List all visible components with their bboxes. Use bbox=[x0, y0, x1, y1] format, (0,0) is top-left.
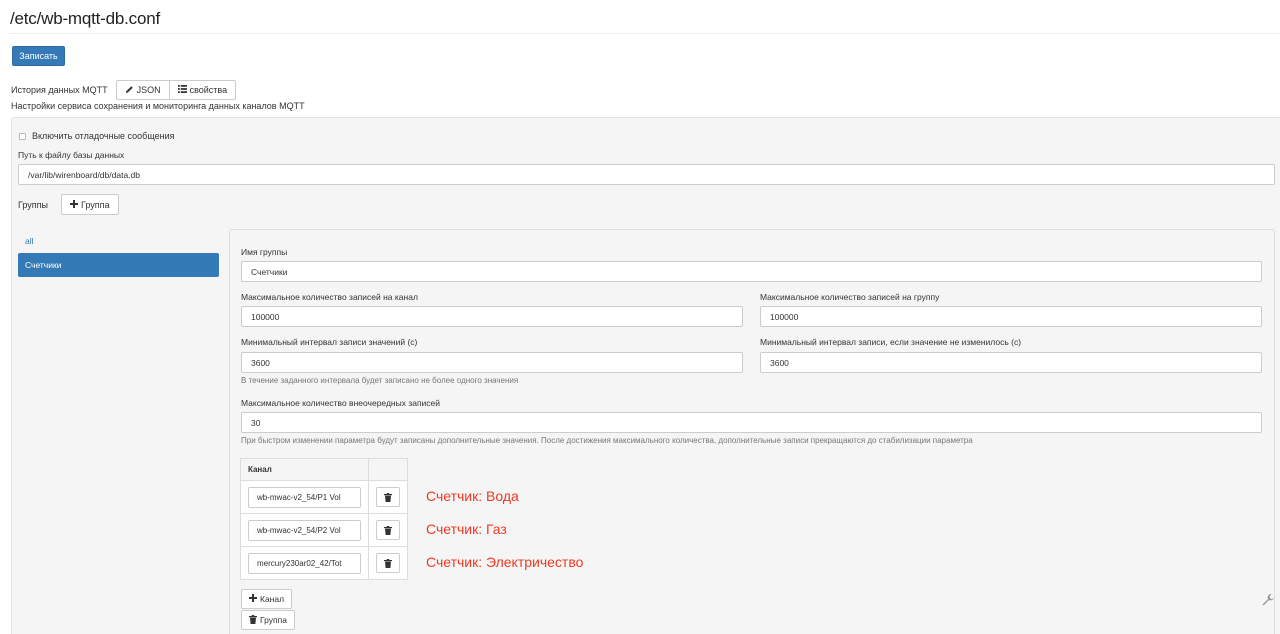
title-divider bbox=[10, 33, 1280, 34]
max-records-group-input[interactable]: 100000 bbox=[760, 306, 1262, 327]
group-item-all[interactable]: all bbox=[18, 229, 219, 253]
trash-icon bbox=[384, 525, 392, 535]
trash-icon bbox=[384, 558, 392, 568]
wrench-icon[interactable] bbox=[1261, 593, 1275, 612]
debug-label: Включить отладочные сообщения bbox=[32, 131, 175, 141]
max-burst-label: Максимальное количество внеочередных зап… bbox=[241, 398, 441, 408]
max-records-channel-label: Максимальное количество записей на канал bbox=[241, 292, 418, 302]
trash-icon bbox=[384, 492, 392, 502]
channels-header-actions bbox=[368, 458, 408, 481]
group-name-label: Имя группы bbox=[241, 247, 288, 257]
editor-title: История данных MQTT bbox=[11, 85, 108, 95]
annotation-gas: Счетчик: Газ bbox=[426, 521, 507, 537]
add-group-label: Группа bbox=[81, 199, 110, 210]
max-records-channel-input[interactable]: 100000 bbox=[241, 306, 743, 327]
list-icon bbox=[177, 85, 187, 95]
properties-button[interactable]: свойства bbox=[169, 80, 237, 100]
add-channel-button[interactable]: Канал bbox=[241, 589, 293, 609]
max-burst-input[interactable]: 30 bbox=[241, 412, 1262, 433]
editor-header: История данных MQTT JSON свойства bbox=[11, 80, 237, 100]
add-channel-label: Канал bbox=[260, 594, 285, 604]
group-list: all Счетчики bbox=[18, 229, 219, 277]
debug-option: Включить отладочные сообщения bbox=[19, 131, 175, 141]
channel-input[interactable]: mercury230ar02_42/Tot bbox=[248, 552, 361, 574]
plus-icon bbox=[70, 199, 78, 210]
json-button-label: JSON bbox=[136, 85, 161, 95]
annotation-water: Счетчик: Вода bbox=[426, 488, 519, 504]
min-unchanged-interval-label: Минимальный интервал записи, если значен… bbox=[760, 337, 1022, 347]
max-records-group-label: Максимальное количество записей на групп… bbox=[760, 292, 940, 302]
annotation-electricity: Счетчик: Электричество bbox=[426, 554, 584, 570]
delete-channel-button[interactable] bbox=[376, 487, 400, 507]
delete-group-label: Группа bbox=[260, 615, 287, 625]
debug-checkbox[interactable] bbox=[19, 132, 26, 140]
channels-header: Канал bbox=[240, 458, 369, 481]
min-interval-input[interactable]: 3600 bbox=[241, 352, 743, 373]
groups-label: Группы bbox=[18, 199, 48, 210]
pencil-icon bbox=[125, 85, 134, 96]
editor-description: Настройки сервиса сохранения и мониторин… bbox=[11, 101, 305, 111]
delete-group-button[interactable]: Группа bbox=[241, 610, 295, 630]
max-burst-help: При быстром изменении параметра будут за… bbox=[241, 436, 973, 445]
channel-input[interactable]: wb-mwac-v2_54/P1 Vol bbox=[248, 486, 361, 508]
table-row: mercury230ar02_42/Tot bbox=[240, 546, 408, 580]
db-path-label: Путь к файлу базы данных bbox=[18, 150, 125, 160]
table-row: wb-mwac-v2_54/P2 Vol bbox=[240, 513, 408, 547]
add-group-button[interactable]: Группа bbox=[61, 194, 119, 215]
save-button[interactable]: Записать bbox=[12, 46, 65, 66]
group-item-counters[interactable]: Счетчики bbox=[18, 253, 219, 277]
min-interval-label: Минимальный интервал записи значений (с) bbox=[241, 337, 418, 347]
json-button[interactable]: JSON bbox=[115, 80, 170, 100]
delete-channel-button[interactable] bbox=[376, 520, 400, 540]
page-title: /etc/wb-mqtt-db.conf bbox=[10, 9, 161, 28]
table-row: wb-mwac-v2_54/P1 Vol bbox=[240, 480, 408, 514]
plus-icon bbox=[249, 594, 257, 604]
groups-header: Группы Группа bbox=[18, 194, 119, 215]
db-path-input[interactable]: /var/lib/wirenboard/db/data.db bbox=[18, 164, 1275, 185]
min-interval-help: В течение заданного интервала будет запи… bbox=[241, 376, 519, 385]
delete-channel-button[interactable] bbox=[376, 553, 400, 573]
editor-mode-buttons: JSON свойства bbox=[115, 80, 237, 100]
min-unchanged-interval-input[interactable]: 3600 bbox=[760, 352, 1262, 373]
channels-table: Канал wb-mwac-v2_54/P1 Vol wb-mwac-v2_54… bbox=[240, 458, 408, 580]
channel-input[interactable]: wb-mwac-v2_54/P2 Vol bbox=[248, 519, 361, 541]
group-name-input[interactable]: Счетчики bbox=[241, 261, 1262, 282]
properties-button-label: свойства bbox=[189, 85, 228, 95]
trash-icon bbox=[249, 614, 257, 626]
